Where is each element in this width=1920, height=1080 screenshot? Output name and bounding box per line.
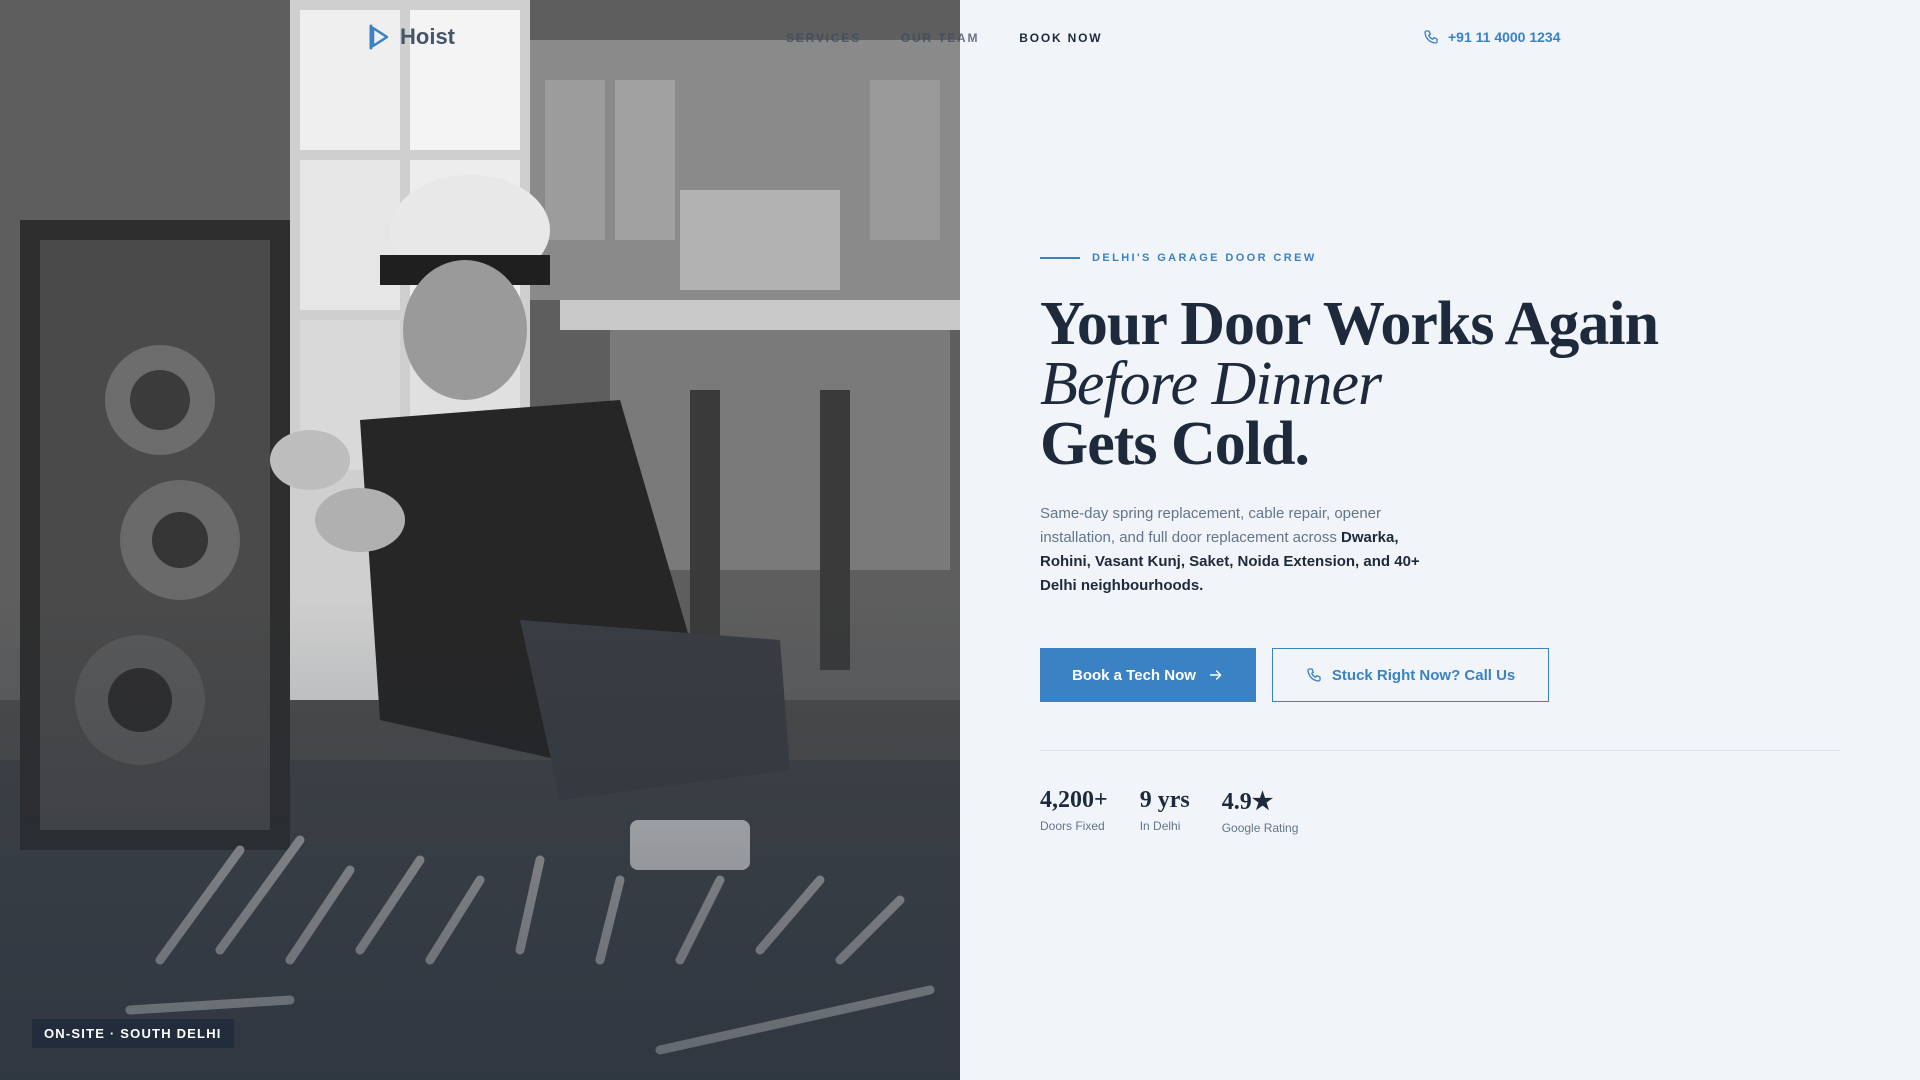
headline-line-2: Before Dinner bbox=[1040, 350, 1382, 418]
stat-value: 4.9★ bbox=[1221, 789, 1274, 815]
play-flag-icon bbox=[369, 24, 389, 50]
arrow-right-icon bbox=[1209, 670, 1222, 680]
brand-name: Hoist bbox=[400, 24, 455, 49]
hero-description: Same-day spring replacement, cable repai… bbox=[1040, 502, 1430, 598]
nav-phone-number: +91 11 4000 1234 bbox=[1448, 29, 1561, 45]
stat-value: 9 yrs bbox=[1139, 787, 1190, 813]
hero-content: DELHI'S GARAGE DOOR CREW Your Door Works… bbox=[1040, 252, 1840, 835]
stat-years: 9 yrs In Delhi bbox=[1140, 787, 1190, 835]
stat-doors-fixed: 4,200+ Doors Fixed bbox=[1040, 787, 1108, 835]
brand-logo[interactable]: Hoist bbox=[368, 24, 455, 50]
eyebrow-text: DELHI'S GARAGE DOOR CREW bbox=[1092, 252, 1317, 264]
stat-value: 4,200+ bbox=[1040, 787, 1108, 813]
book-tech-label: Book a Tech Now bbox=[1072, 666, 1196, 684]
technician-illustration bbox=[0, 0, 960, 1080]
hero-photo: ON-SITE · SOUTH DELHI bbox=[0, 0, 960, 1080]
book-tech-button[interactable]: Book a Tech Now bbox=[1040, 648, 1256, 702]
nav-phone-link[interactable]: +91 11 4000 1234 bbox=[1423, 29, 1561, 45]
stat-google-rating: 4.9★ Google Rating bbox=[1222, 787, 1299, 835]
phone-icon bbox=[1424, 30, 1438, 44]
top-nav: Hoist Services Our Team Book Now +91 11 … bbox=[0, 0, 1920, 76]
nav-link-services[interactable]: Services bbox=[786, 31, 861, 45]
hero-headline: Your Door Works Again Before Dinner Gets… bbox=[1040, 290, 1840, 478]
nav-link-book-now[interactable]: Book Now bbox=[1019, 31, 1102, 45]
headline-line-1: Your Door Works Again bbox=[1040, 290, 1659, 358]
nav-link-our-team[interactable]: Our Team bbox=[901, 31, 979, 45]
stats-row: 4,200+ Doors Fixed 9 yrs In Delhi 4.9★ G… bbox=[1040, 787, 1840, 835]
stat-label: In Delhi bbox=[1139, 819, 1181, 833]
phone-icon bbox=[1307, 668, 1321, 682]
hero-eyebrow: DELHI'S GARAGE DOOR CREW bbox=[1040, 252, 1840, 264]
call-us-label: Stuck Right Now? Call Us bbox=[1331, 666, 1516, 684]
call-us-button[interactable]: Stuck Right Now? Call Us bbox=[1271, 648, 1550, 702]
hero-cta-group: Book a Tech Now Stuck Right Now? Call Us bbox=[1040, 648, 1840, 702]
stat-label: Doors Fixed bbox=[1040, 819, 1105, 833]
description-intro: Same-day spring replacement, cable repai… bbox=[1040, 505, 1382, 546]
stats-divider bbox=[1040, 750, 1840, 751]
eyebrow-rule bbox=[1040, 257, 1080, 259]
headline-line-3: Gets Cold. bbox=[1040, 410, 1310, 478]
nav-links: Services Our Team Book Now bbox=[786, 31, 1102, 45]
location-badge: ON-SITE · SOUTH DELHI bbox=[32, 1019, 234, 1048]
stat-label: Google Rating bbox=[1221, 821, 1299, 835]
